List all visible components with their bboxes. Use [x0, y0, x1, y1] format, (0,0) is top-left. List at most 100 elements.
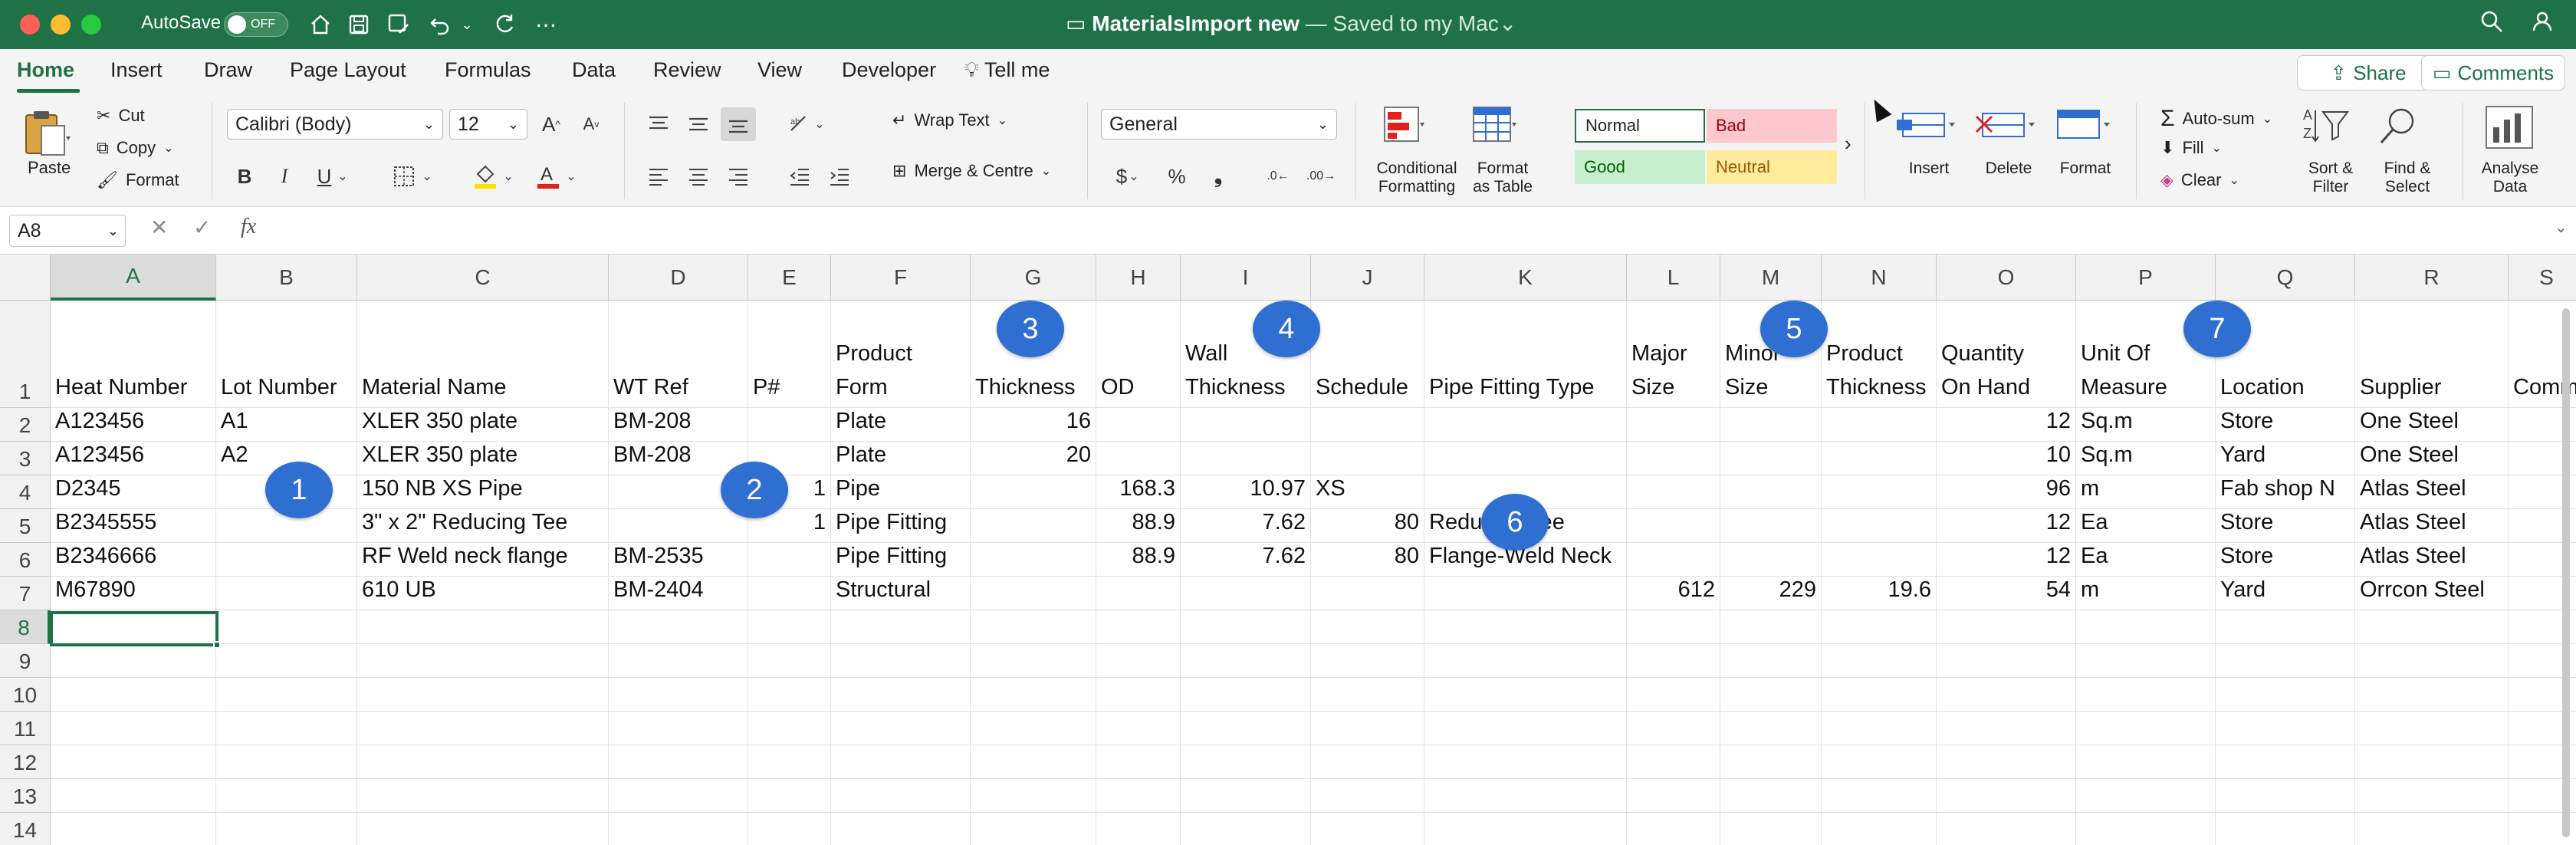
table-cell[interactable]: 80: [1311, 543, 1424, 577]
formula-input[interactable]: [293, 213, 2547, 248]
table-cell[interactable]: [1096, 408, 1181, 442]
table-cell[interactable]: 7.62: [1181, 543, 1311, 577]
vertical-scrollbar[interactable]: [2562, 308, 2570, 837]
conditional-formatting-label[interactable]: Conditional Formatting: [1369, 159, 1464, 196]
empty-cell[interactable]: [1424, 712, 1627, 745]
row-header-5[interactable]: 5: [0, 509, 51, 543]
empty-cell[interactable]: [609, 610, 748, 644]
chevron-down-icon[interactable]: ⌄: [500, 159, 517, 193]
autosum-button[interactable]: Σ Auto-sum ⌄: [2160, 106, 2272, 132]
column-header-k[interactable]: K: [1424, 255, 1627, 301]
row-header-1[interactable]: 1: [0, 301, 51, 408]
empty-cell[interactable]: [1627, 678, 1720, 712]
chevron-down-icon[interactable]: ⌄: [811, 107, 828, 141]
empty-cell[interactable]: [1311, 779, 1424, 813]
empty-cell[interactable]: [51, 779, 216, 813]
empty-cell[interactable]: [831, 712, 971, 745]
empty-cell[interactable]: [609, 678, 748, 712]
paste-button[interactable]: [21, 109, 75, 156]
row-header-13[interactable]: 13: [0, 779, 51, 813]
format-painter-button[interactable]: 🖌︎ Format: [97, 170, 179, 190]
empty-cell[interactable]: [1822, 610, 1937, 644]
column-header-n[interactable]: N: [1822, 255, 1937, 301]
empty-cell[interactable]: [971, 644, 1096, 678]
table-cell[interactable]: [1627, 408, 1720, 442]
table-cell[interactable]: [971, 543, 1096, 577]
empty-cell[interactable]: [2216, 779, 2355, 813]
empty-cell[interactable]: [2076, 678, 2216, 712]
empty-cell[interactable]: [1096, 678, 1181, 712]
empty-cell[interactable]: [1181, 610, 1311, 644]
header-cell[interactable]: Material Name: [357, 301, 609, 408]
delete-cells-icon[interactable]: [1975, 106, 2039, 146]
table-cell[interactable]: [1822, 408, 1937, 442]
table-cell[interactable]: 16: [971, 408, 1096, 442]
cancel-icon[interactable]: ✕: [150, 215, 168, 240]
empty-cell[interactable]: [1822, 678, 1937, 712]
empty-cell[interactable]: [1424, 745, 1627, 779]
fill-color-icon[interactable]: [468, 159, 503, 193]
empty-cell[interactable]: [1720, 813, 1822, 845]
table-cell[interactable]: 54: [1937, 577, 2076, 610]
comments-button[interactable]: ▭ Comments: [2421, 55, 2565, 90]
empty-cell[interactable]: [357, 610, 609, 644]
copy-button[interactable]: ⧉ Copy ⌄: [97, 138, 173, 158]
account-icon[interactable]: [2530, 9, 2555, 39]
table-cell[interactable]: [1096, 442, 1181, 475]
empty-cell[interactable]: [2355, 678, 2509, 712]
empty-cell[interactable]: [2076, 745, 2216, 779]
style-good[interactable]: Good: [1575, 150, 1705, 184]
column-header-q[interactable]: Q: [2216, 255, 2355, 301]
format-as-table-label[interactable]: Format as Table: [1464, 159, 1541, 196]
table-cell[interactable]: [748, 577, 831, 610]
table-cell[interactable]: B2345555: [51, 509, 216, 543]
share-button[interactable]: ⇪ Share: [2297, 55, 2440, 90]
table-cell[interactable]: [971, 509, 1096, 543]
table-cell[interactable]: 168.3: [1096, 475, 1181, 509]
table-cell[interactable]: [971, 475, 1096, 509]
style-bad[interactable]: Bad: [1707, 109, 1837, 143]
empty-cell[interactable]: [748, 610, 831, 644]
column-header-s[interactable]: S: [2509, 255, 2576, 301]
row-header-9[interactable]: 9: [0, 644, 51, 678]
empty-cell[interactable]: [1181, 678, 1311, 712]
increase-decimal-icon[interactable]: .0←: [1260, 159, 1296, 193]
align-left-icon[interactable]: [641, 159, 676, 193]
empty-cell[interactable]: [971, 712, 1096, 745]
align-right-icon[interactable]: [721, 159, 756, 193]
chevron-down-icon[interactable]: ⌄: [334, 159, 351, 193]
empty-cell[interactable]: [2076, 813, 2216, 845]
table-cell[interactable]: 88.9: [1096, 543, 1181, 577]
tab-developer[interactable]: Developer: [842, 58, 936, 82]
empty-cell[interactable]: [2355, 712, 2509, 745]
header-cell[interactable]: OD: [1096, 301, 1181, 408]
empty-cell[interactable]: [971, 813, 1096, 845]
empty-cell[interactable]: [748, 644, 831, 678]
table-cell[interactable]: BM-2404: [609, 577, 748, 610]
table-cell[interactable]: [748, 408, 831, 442]
font-size-dropdown[interactable]: 12 ⌄: [449, 109, 527, 140]
table-cell[interactable]: Plate: [831, 442, 971, 475]
table-cell[interactable]: Atlas Steel: [2355, 543, 2509, 577]
column-header-r[interactable]: R: [2355, 255, 2509, 301]
find-select-icon[interactable]: [2377, 106, 2423, 149]
format-cells-icon[interactable]: [2053, 106, 2118, 146]
empty-cell[interactable]: [1424, 610, 1627, 644]
analyse-data-icon[interactable]: [2484, 104, 2535, 150]
table-cell[interactable]: Sq.m: [2076, 408, 2216, 442]
empty-cell[interactable]: [357, 644, 609, 678]
table-cell[interactable]: XS: [1311, 475, 1424, 509]
comma-style-icon[interactable]: ❟: [1201, 159, 1236, 193]
table-cell[interactable]: XLER 350 plate: [357, 442, 609, 475]
empty-cell[interactable]: [2076, 610, 2216, 644]
redo-icon[interactable]: [488, 8, 521, 41]
empty-cell[interactable]: [1822, 712, 1937, 745]
empty-cell[interactable]: [1937, 712, 2076, 745]
align-center-icon[interactable]: [681, 159, 716, 193]
tab-draw[interactable]: Draw: [204, 58, 252, 82]
empty-cell[interactable]: [1937, 813, 2076, 845]
insert-function-icon[interactable]: fx: [241, 215, 256, 239]
table-cell[interactable]: A123456: [51, 408, 216, 442]
empty-cell[interactable]: [2216, 745, 2355, 779]
empty-cell[interactable]: [216, 678, 357, 712]
